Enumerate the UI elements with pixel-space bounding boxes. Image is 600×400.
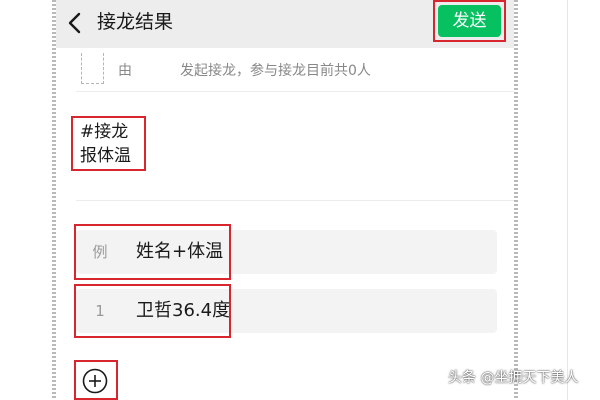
send-button[interactable]: 发送 <box>438 5 501 37</box>
page-margin-left <box>0 0 54 400</box>
initiator-name: 由 <box>118 63 132 79</box>
margin-divider <box>567 0 568 400</box>
page-title: 接龙结果 <box>97 11 174 33</box>
torn-edge-right <box>514 0 518 400</box>
intro-line-1: #接龙 <box>80 122 129 142</box>
divider <box>76 200 514 201</box>
entry-highlight <box>74 284 231 338</box>
phone-screen: 接龙结果 发送 由 发起接龙，参与接龙目前共0人 #接龙 报体温 例 姓名+体温… <box>56 0 514 400</box>
watermark: 头条 @坐拥天下美人 <box>448 370 579 386</box>
send-button-highlight: 发送 <box>433 0 506 42</box>
top-bar: 接龙结果 发送 <box>56 0 514 48</box>
example-entry-highlight <box>74 224 231 280</box>
divider <box>76 91 514 92</box>
page-margin-right <box>518 0 600 400</box>
participation-status: 发起接龙，参与接龙目前共0人 <box>180 63 371 79</box>
initiator-avatar <box>81 53 104 84</box>
intro-line-2: 报体温 <box>80 146 131 166</box>
solitaire-intro-field[interactable]: #接龙 报体温 <box>71 116 146 171</box>
add-entry-highlight <box>74 360 118 400</box>
chevron-left-icon[interactable] <box>64 9 88 37</box>
plus-circle-icon[interactable] <box>82 368 108 394</box>
